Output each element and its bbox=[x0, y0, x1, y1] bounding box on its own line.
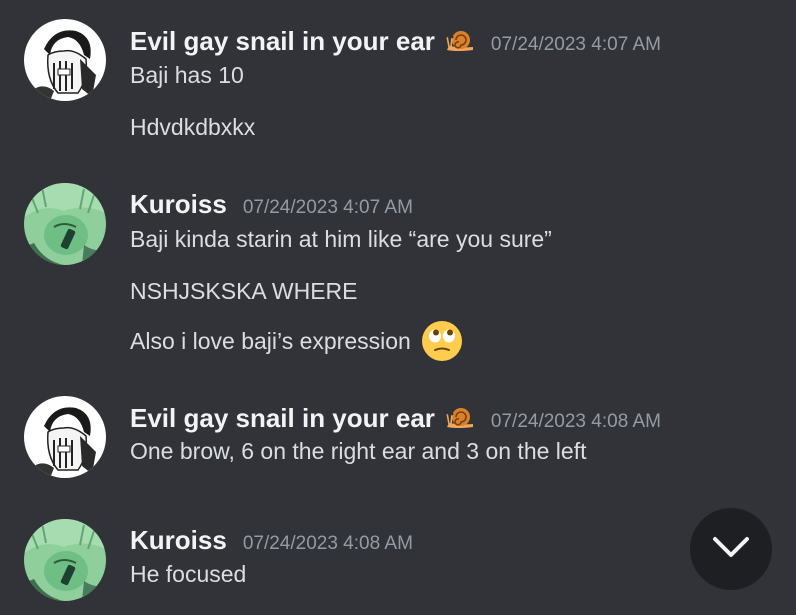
author-name[interactable]: Evil gay snail in your ear bbox=[130, 26, 435, 57]
author-name[interactable]: Evil gay snail in your ear bbox=[130, 403, 435, 434]
message-text: Also i love baji’s expression bbox=[130, 328, 411, 355]
message-text: Baji kinda starin at him like “are you s… bbox=[130, 226, 552, 252]
message-text: NSHJSKSKA WHERE bbox=[130, 278, 358, 304]
message-text: He focused bbox=[130, 561, 247, 587]
message-header: Evil gay snail in your ear 07/24/2023 4:… bbox=[130, 401, 661, 434]
snail-icon bbox=[445, 405, 475, 431]
face-with-rolling-eyes-icon bbox=[421, 320, 463, 362]
timestamp: 07/24/2023 4:08 AM bbox=[490, 411, 661, 432]
message-text: Hdvdkdbxkx bbox=[130, 114, 256, 140]
avatar[interactable] bbox=[24, 519, 106, 601]
chevron-down-icon bbox=[711, 535, 751, 564]
jump-to-bottom-button[interactable] bbox=[690, 508, 772, 590]
snail-icon bbox=[445, 28, 475, 54]
author-name[interactable]: Kuroiss bbox=[130, 525, 227, 556]
message-text: One brow, 6 on the right ear and 3 on th… bbox=[130, 438, 587, 464]
message-header: Evil gay snail in your ear 07/24/2023 4:… bbox=[130, 24, 661, 57]
message-header: Kuroiss 07/24/2023 4:08 AM bbox=[130, 525, 413, 556]
avatar[interactable] bbox=[24, 19, 106, 101]
author-name[interactable]: Kuroiss bbox=[130, 189, 227, 220]
message-text-with-emoji: Also i love baji’s expression bbox=[130, 320, 463, 364]
message-header: Kuroiss 07/24/2023 4:07 AM bbox=[130, 189, 413, 220]
chat-message-list: Evil gay snail in your ear 07/24/2023 4:… bbox=[0, 0, 796, 615]
avatar[interactable] bbox=[24, 396, 106, 478]
avatar[interactable] bbox=[24, 183, 106, 265]
timestamp: 07/24/2023 4:07 AM bbox=[490, 34, 661, 55]
message-text: Baji has 10 bbox=[130, 62, 244, 88]
timestamp: 07/24/2023 4:07 AM bbox=[242, 197, 413, 218]
timestamp: 07/24/2023 4:08 AM bbox=[242, 533, 413, 554]
